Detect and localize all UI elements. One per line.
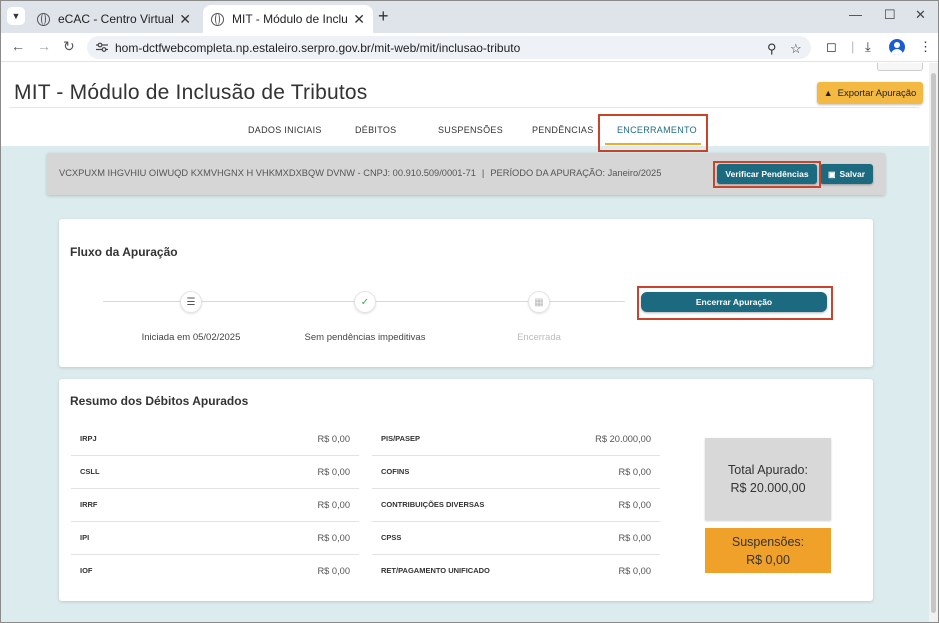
suspensoes-label: Suspensões: [731, 534, 805, 549]
table-row: PIS/PASEP R$ 20.000,00 [372, 423, 660, 456]
debit-value: R$ 0,00 [317, 566, 350, 576]
debit-value: R$ 0,00 [317, 467, 350, 477]
file-export-icon: ▲ [823, 88, 833, 98]
chevron-down-icon: ▼ [11, 11, 21, 21]
tab-debitos[interactable]: DÉBITOS [355, 125, 396, 135]
tab-strip: ▼ eCAC - Centro Virtual de Atendi ✕ MIT … [1, 1, 938, 33]
site-settings-icon[interactable] [96, 42, 108, 52]
section-tabs: DADOS INICIAIS DÉBITOS SUSPENSÕES PENDÊN… [1, 121, 929, 143]
globe-icon [211, 12, 224, 26]
table-row: IPI R$ 0,00 [71, 522, 359, 555]
browser-toolbar: ← → ↻ hom-dctfwebcompleta.np.estaleiro.s… [1, 33, 938, 62]
debit-label: IRRF [80, 500, 98, 509]
debit-value: R$ 0,00 [317, 500, 350, 510]
highlight-box-verify [713, 161, 821, 188]
flow-title: Fluxo da Apuração [70, 245, 178, 259]
table-row: CSLL R$ 0,00 [71, 456, 359, 489]
check-icon: ✓ [354, 291, 376, 313]
header-partial-button[interactable] [877, 63, 923, 71]
table-row: IRPJ R$ 0,00 [71, 423, 359, 456]
highlight-box-close [637, 286, 833, 320]
debit-label: IOF [80, 566, 93, 575]
debit-label: RET/PAGAMENTO UNIFICADO [381, 566, 490, 575]
step-closed: Encerrada [517, 332, 561, 343]
bookmark-star-icon[interactable]: ☆ [790, 41, 802, 57]
download-icon[interactable]: ⤓ [865, 39, 871, 55]
back-icon[interactable]: ← [11, 38, 25, 54]
tab-search-button[interactable]: ▼ [7, 7, 25, 25]
summary-title: Resumo dos Débitos Apurados [70, 394, 249, 408]
tab-label: eCAC - Centro Virtual de Atendi [58, 12, 174, 26]
forward-icon[interactable]: → [37, 38, 51, 54]
tab-label: MIT - Módulo de Inclusão de Tri [232, 12, 348, 26]
suspensoes-value: R$ 0,00 [746, 552, 790, 567]
divider [9, 107, 919, 108]
address-bar[interactable]: hom-dctfwebcompleta.np.estaleiro.serpro.… [87, 36, 811, 59]
total-value: R$ 20.000,00 [730, 481, 806, 495]
export-label: Exportar Apuração [837, 87, 917, 99]
debit-label: COFINS [381, 467, 410, 476]
window-close-icon[interactable]: ✕ [915, 7, 926, 23]
minimize-icon[interactable]: — [849, 7, 862, 22]
toolbar-divider: | [851, 39, 855, 54]
close-icon[interactable]: ✕ [353, 11, 365, 28]
save-button[interactable]: ▣ Salvar [820, 164, 873, 184]
maximize-icon[interactable]: ☐ [884, 7, 896, 23]
save-label: Salvar [839, 169, 866, 179]
floppy-icon: ▣ [827, 169, 836, 179]
step-no-pendencies: Sem pendências impeditivas [304, 332, 426, 343]
tab-suspensoes[interactable]: SUSPENSÕES [438, 125, 503, 135]
globe-icon [37, 12, 50, 26]
url-text: hom-dctfwebcompleta.np.estaleiro.serpro.… [115, 40, 521, 55]
separator: | [481, 168, 485, 178]
list-icon: ☰ [180, 291, 202, 313]
debit-value: R$ 0,00 [317, 533, 350, 543]
debit-label: CPSS [381, 533, 402, 542]
zoom-icon[interactable]: ⚲ [767, 41, 777, 57]
total-apurado-box: Total Apurado: R$ 20.000,00 [705, 438, 831, 520]
scrollbar-thumb[interactable] [931, 73, 936, 613]
table-row: RET/PAGAMENTO UNIFICADO R$ 0,00 [372, 555, 660, 588]
table-row: IRRF R$ 0,00 [71, 489, 359, 522]
step-started: Iniciada em 05/02/2025 [141, 332, 241, 343]
debit-label: CONTRIBUIÇÕES DIVERSAS [381, 500, 485, 509]
debit-label: CSLL [80, 467, 100, 476]
browser-tab-ecac[interactable]: eCAC - Centro Virtual de Atendi ✕ [29, 5, 199, 33]
debit-label: IRPJ [80, 434, 97, 443]
debit-label: IPI [80, 533, 90, 542]
table-row: CONTRIBUIÇÕES DIVERSAS R$ 0,00 [372, 489, 660, 522]
page-content: MIT - Módulo de Inclusão de Tributos ▲ E… [1, 63, 938, 622]
debit-value: R$ 0,00 [618, 566, 651, 576]
table-row: IOF R$ 0,00 [71, 555, 359, 588]
debit-value: R$ 20.000,00 [595, 434, 651, 444]
browser-tab-mit[interactable]: MIT - Módulo de Inclusão de Tri ✕ [203, 5, 373, 33]
profile-avatar[interactable] [889, 39, 905, 55]
debit-value: R$ 0,00 [618, 533, 651, 543]
debit-label: PIS/PASEP [381, 434, 421, 443]
close-icon[interactable]: ✕ [179, 11, 191, 28]
taxpayer-info: VCXPUXM IHGVHIU OIWUQD KXMVHGNX H VHKMXD… [59, 168, 661, 178]
more-menu-icon[interactable]: ⋮ [919, 39, 932, 55]
clipboard-icon: ▦ [528, 291, 550, 313]
debit-value: R$ 0,00 [618, 500, 651, 510]
total-label: Total Apurado: [728, 463, 808, 477]
debit-value: R$ 0,00 [317, 434, 350, 444]
tab-pendencias[interactable]: PENDÊNCIAS [532, 125, 594, 135]
export-button[interactable]: ▲ Exportar Apuração [817, 82, 923, 104]
table-row: CPSS R$ 0,00 [372, 522, 660, 555]
highlight-box-tab [598, 114, 708, 152]
reload-icon[interactable]: ↻ [63, 38, 75, 55]
period: PERÍODO DA APURAÇÃO: Janeiro/2025 [490, 168, 662, 178]
new-tab-button[interactable]: + [378, 6, 389, 27]
browser-window: ▼ eCAC - Centro Virtual de Atendi ✕ MIT … [0, 0, 939, 623]
debit-value: R$ 0,00 [618, 467, 651, 477]
extensions-icon[interactable]: ◻ [826, 39, 837, 55]
table-row: COFINS R$ 0,00 [372, 456, 660, 489]
page-title: MIT - Módulo de Inclusão de Tributos [14, 81, 368, 104]
company-cnpj: VCXPUXM IHGVHIU OIWUQD KXMVHGNX H VHKMXD… [59, 168, 476, 178]
tab-dados-iniciais[interactable]: DADOS INICIAIS [248, 125, 322, 135]
suspensoes-box: Suspensões: R$ 0,00 [705, 528, 831, 573]
